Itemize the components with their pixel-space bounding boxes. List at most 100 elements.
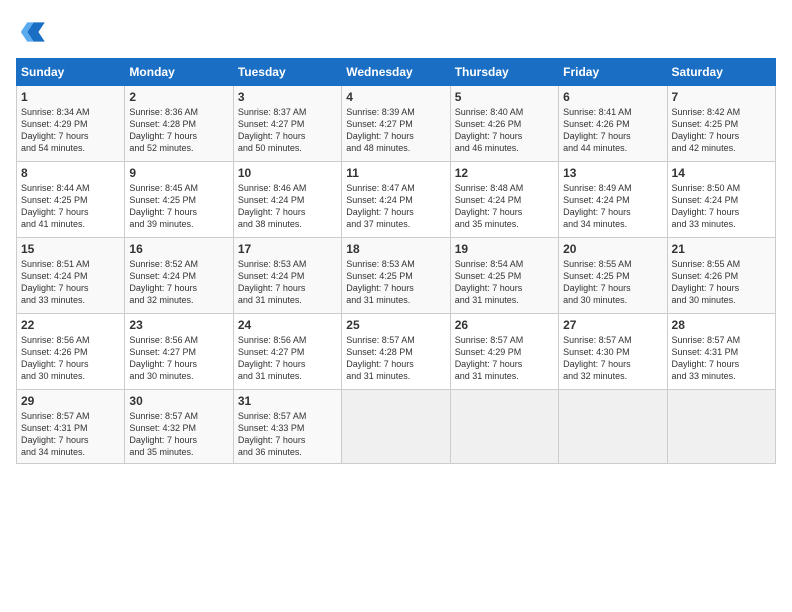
calendar-cell: 13 Sunrise: 8:49 AM Sunset: 4:24 PM Dayli… — [559, 162, 667, 238]
calendar-header-row: SundayMondayTuesdayWednesdayThursdayFrid… — [17, 59, 776, 86]
calendar-cell: 29 Sunrise: 8:57 AM Sunset: 4:31 PM Dayli… — [17, 390, 125, 464]
calendar-cell: 6 Sunrise: 8:41 AM Sunset: 4:26 PM Daylig… — [559, 86, 667, 162]
day-number: 30 — [129, 394, 228, 408]
day-info: Sunrise: 8:40 AM Sunset: 4:26 PM Dayligh… — [455, 106, 554, 155]
day-number: 24 — [238, 318, 337, 332]
calendar-week-row: 15Sunrise: 8:51 AM Sunset: 4:24 PM Dayli… — [17, 238, 776, 314]
day-number: 25 — [346, 318, 445, 332]
day-info: Sunrise: 8:54 AM Sunset: 4:25 PM Dayligh… — [455, 258, 554, 307]
calendar-cell: 10 Sunrise: 8:46 AM Sunset: 4:24 PM Dayli… — [233, 162, 341, 238]
day-number: 9 — [129, 166, 228, 180]
day-number: 22 — [21, 318, 120, 332]
day-info: Sunrise: 8:50 AM Sunset: 4:24 PM Dayligh… — [672, 182, 771, 231]
day-number: 29 — [21, 394, 120, 408]
weekday-header-cell: Wednesday — [342, 59, 450, 86]
weekday-header-cell: Sunday — [17, 59, 125, 86]
day-number: 16 — [129, 242, 228, 256]
day-info: Sunrise: 8:57 AM Sunset: 4:28 PM Dayligh… — [346, 334, 445, 383]
calendar-cell: 14 Sunrise: 8:50 AM Sunset: 4:24 PM Dayli… — [667, 162, 775, 238]
calendar-cell: 23 Sunrise: 8:56 AM Sunset: 4:27 PM Dayli… — [125, 314, 233, 390]
day-number: 4 — [346, 90, 445, 104]
logo-icon — [16, 16, 48, 48]
calendar-cell — [667, 390, 775, 464]
day-info: Sunrise: 8:48 AM Sunset: 4:24 PM Dayligh… — [455, 182, 554, 231]
calendar-cell: 24 Sunrise: 8:56 AM Sunset: 4:27 PM Dayli… — [233, 314, 341, 390]
day-info: Sunrise: 8:37 AM Sunset: 4:27 PM Dayligh… — [238, 106, 337, 155]
calendar-cell: 27 Sunrise: 8:57 AM Sunset: 4:30 PM Dayli… — [559, 314, 667, 390]
day-number: 1 — [21, 90, 120, 104]
weekday-header-cell: Monday — [125, 59, 233, 86]
day-number: 23 — [129, 318, 228, 332]
day-number: 11 — [346, 166, 445, 180]
day-info: Sunrise: 8:57 AM Sunset: 4:30 PM Dayligh… — [563, 334, 662, 383]
day-number: 18 — [346, 242, 445, 256]
calendar-cell: 5 Sunrise: 8:40 AM Sunset: 4:26 PM Daylig… — [450, 86, 558, 162]
logo — [16, 16, 52, 48]
day-info: Sunrise: 8:56 AM Sunset: 4:27 PM Dayligh… — [238, 334, 337, 383]
day-number: 31 — [238, 394, 337, 408]
weekday-header-cell: Tuesday — [233, 59, 341, 86]
day-number: 19 — [455, 242, 554, 256]
day-info: Sunrise: 8:56 AM Sunset: 4:26 PM Dayligh… — [21, 334, 120, 383]
calendar-cell: 30 Sunrise: 8:57 AM Sunset: 4:32 PM Dayli… — [125, 390, 233, 464]
day-info: Sunrise: 8:49 AM Sunset: 4:24 PM Dayligh… — [563, 182, 662, 231]
day-number: 15 — [21, 242, 120, 256]
day-number: 20 — [563, 242, 662, 256]
calendar-cell: 20 Sunrise: 8:55 AM Sunset: 4:25 PM Dayli… — [559, 238, 667, 314]
day-info: Sunrise: 8:46 AM Sunset: 4:24 PM Dayligh… — [238, 182, 337, 231]
calendar-cell: 19 Sunrise: 8:54 AM Sunset: 4:25 PM Dayli… — [450, 238, 558, 314]
day-info: Sunrise: 8:56 AM Sunset: 4:27 PM Dayligh… — [129, 334, 228, 383]
day-number: 10 — [238, 166, 337, 180]
calendar-cell: 2 Sunrise: 8:36 AM Sunset: 4:28 PM Daylig… — [125, 86, 233, 162]
calendar-cell: 7 Sunrise: 8:42 AM Sunset: 4:25 PM Daylig… — [667, 86, 775, 162]
calendar-cell: 9 Sunrise: 8:45 AM Sunset: 4:25 PM Daylig… — [125, 162, 233, 238]
day-info: Sunrise: 8:41 AM Sunset: 4:26 PM Dayligh… — [563, 106, 662, 155]
calendar-cell — [450, 390, 558, 464]
day-number: 13 — [563, 166, 662, 180]
day-info: Sunrise: 8:57 AM Sunset: 4:32 PM Dayligh… — [129, 410, 228, 459]
day-info: Sunrise: 8:53 AM Sunset: 4:25 PM Dayligh… — [346, 258, 445, 307]
calendar-week-row: 29 Sunrise: 8:57 AM Sunset: 4:31 PM Dayli… — [17, 390, 776, 464]
day-number: 5 — [455, 90, 554, 104]
calendar-body: 1Sunrise: 8:34 AM Sunset: 4:29 PM Daylig… — [17, 86, 776, 464]
calendar-cell: 17Sunrise: 8:53 AM Sunset: 4:24 PM Dayli… — [233, 238, 341, 314]
weekday-header-cell: Saturday — [667, 59, 775, 86]
day-info: Sunrise: 8:55 AM Sunset: 4:26 PM Dayligh… — [672, 258, 771, 307]
day-info: Sunrise: 8:57 AM Sunset: 4:31 PM Dayligh… — [21, 410, 120, 459]
day-info: Sunrise: 8:45 AM Sunset: 4:25 PM Dayligh… — [129, 182, 228, 231]
calendar-cell — [342, 390, 450, 464]
calendar-cell: 1Sunrise: 8:34 AM Sunset: 4:29 PM Daylig… — [17, 86, 125, 162]
day-info: Sunrise: 8:39 AM Sunset: 4:27 PM Dayligh… — [346, 106, 445, 155]
day-number: 7 — [672, 90, 771, 104]
day-number: 14 — [672, 166, 771, 180]
day-number: 3 — [238, 90, 337, 104]
day-info: Sunrise: 8:36 AM Sunset: 4:28 PM Dayligh… — [129, 106, 228, 155]
calendar-cell: 18 Sunrise: 8:53 AM Sunset: 4:25 PM Dayli… — [342, 238, 450, 314]
calendar-cell: 28Sunrise: 8:57 AM Sunset: 4:31 PM Dayli… — [667, 314, 775, 390]
calendar-cell: 8Sunrise: 8:44 AM Sunset: 4:25 PM Daylig… — [17, 162, 125, 238]
calendar-cell: 15Sunrise: 8:51 AM Sunset: 4:24 PM Dayli… — [17, 238, 125, 314]
calendar-cell: 21 Sunrise: 8:55 AM Sunset: 4:26 PM Dayli… — [667, 238, 775, 314]
calendar-week-row: 1Sunrise: 8:34 AM Sunset: 4:29 PM Daylig… — [17, 86, 776, 162]
calendar-table: SundayMondayTuesdayWednesdayThursdayFrid… — [16, 58, 776, 464]
calendar-week-row: 8Sunrise: 8:44 AM Sunset: 4:25 PM Daylig… — [17, 162, 776, 238]
calendar-week-row: 22 Sunrise: 8:56 AM Sunset: 4:26 PM Dayli… — [17, 314, 776, 390]
calendar-cell: 4 Sunrise: 8:39 AM Sunset: 4:27 PM Daylig… — [342, 86, 450, 162]
weekday-header-cell: Thursday — [450, 59, 558, 86]
page-container: SundayMondayTuesdayWednesdayThursdayFrid… — [0, 0, 792, 472]
day-info: Sunrise: 8:55 AM Sunset: 4:25 PM Dayligh… — [563, 258, 662, 307]
day-number: 6 — [563, 90, 662, 104]
day-number: 21 — [672, 242, 771, 256]
day-info: Sunrise: 8:42 AM Sunset: 4:25 PM Dayligh… — [672, 106, 771, 155]
weekday-header-cell: Friday — [559, 59, 667, 86]
day-number: 27 — [563, 318, 662, 332]
day-number: 2 — [129, 90, 228, 104]
calendar-cell: 31Sunrise: 8:57 AM Sunset: 4:33 PM Dayli… — [233, 390, 341, 464]
calendar-cell: 11Sunrise: 8:47 AM Sunset: 4:24 PM Dayli… — [342, 162, 450, 238]
calendar-cell: 22 Sunrise: 8:56 AM Sunset: 4:26 PM Dayli… — [17, 314, 125, 390]
day-info: Sunrise: 8:57 AM Sunset: 4:29 PM Dayligh… — [455, 334, 554, 383]
day-info: Sunrise: 8:44 AM Sunset: 4:25 PM Dayligh… — [21, 182, 120, 231]
calendar-cell: 25 Sunrise: 8:57 AM Sunset: 4:28 PM Dayli… — [342, 314, 450, 390]
day-info: Sunrise: 8:53 AM Sunset: 4:24 PM Dayligh… — [238, 258, 337, 307]
calendar-cell — [559, 390, 667, 464]
